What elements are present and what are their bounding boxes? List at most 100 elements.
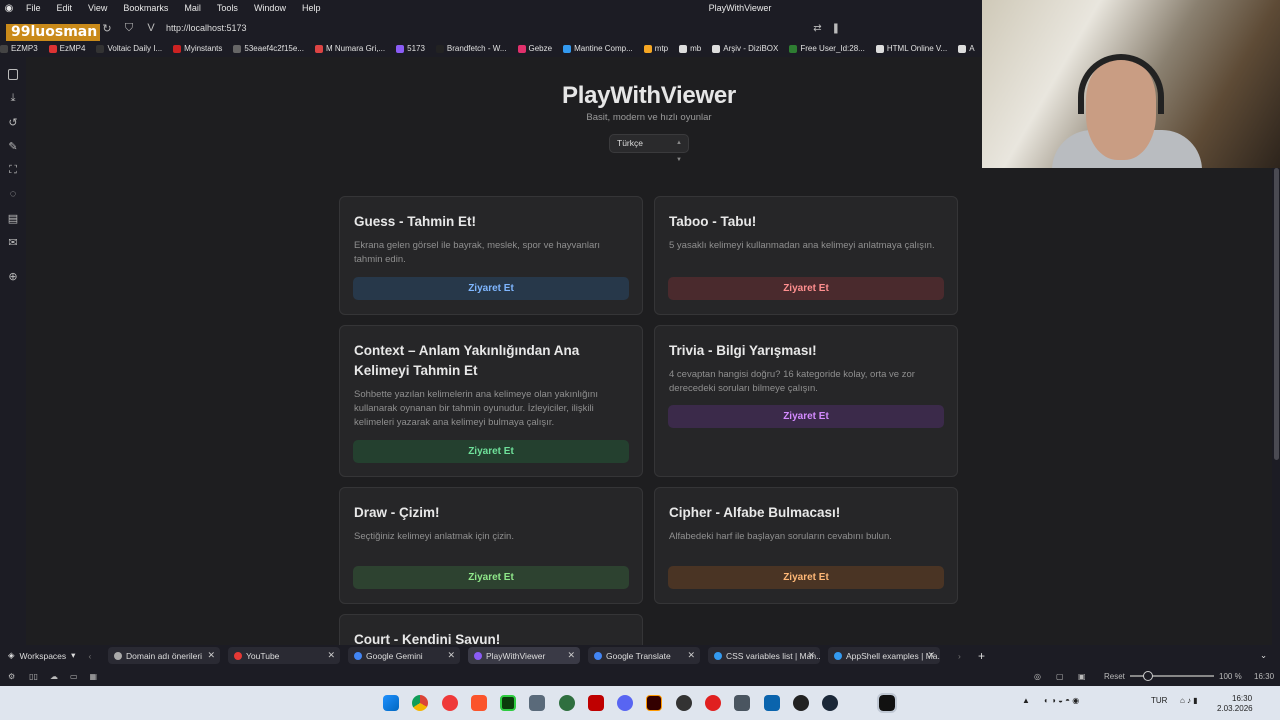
downloads-icon[interactable]: ⤓ bbox=[0, 86, 26, 110]
record-icon[interactable] bbox=[705, 695, 721, 711]
close-tab-icon[interactable]: ✕ bbox=[687, 650, 695, 661]
calendar-status-icon[interactable]: ▦ bbox=[90, 672, 98, 681]
history-icon[interactable]: ↺ bbox=[0, 110, 26, 134]
chevron-right-icon[interactable]: › bbox=[958, 651, 961, 661]
menu-tools[interactable]: Tools bbox=[209, 3, 246, 13]
close-tab-icon[interactable]: ✕ bbox=[807, 650, 815, 661]
add-panel-icon[interactable]: ⊕ bbox=[0, 264, 26, 288]
bookmark-item[interactable]: 5173 bbox=[396, 44, 425, 53]
chevron-up-icon[interactable]: ▲ bbox=[1022, 696, 1030, 705]
app-icon-1[interactable] bbox=[529, 695, 545, 711]
bookmark-item[interactable]: Myinstants bbox=[173, 44, 222, 53]
menu-view[interactable]: View bbox=[80, 3, 115, 13]
bookmark-item[interactable]: Gebze bbox=[517, 44, 552, 53]
visit-button[interactable]: Ziyaret Et bbox=[668, 277, 944, 300]
visit-button[interactable]: Ziyaret Et bbox=[353, 566, 629, 589]
browser-tab[interactable]: YouTube ✕ bbox=[228, 647, 340, 664]
os-time[interactable]: 16:30 bbox=[1232, 694, 1252, 703]
page-scrollbar[interactable] bbox=[1272, 168, 1280, 645]
url-field[interactable]: http://localhost:5173 bbox=[166, 23, 247, 33]
vivaldi-taskbar-icon[interactable] bbox=[442, 695, 458, 711]
translate-icon[interactable]: ⇄ bbox=[813, 23, 821, 34]
filezilla-icon[interactable] bbox=[588, 695, 604, 711]
mail-icon[interactable]: ✉ bbox=[0, 230, 26, 254]
notes-icon[interactable]: ✎ bbox=[0, 134, 26, 158]
folder-icon[interactable] bbox=[734, 695, 750, 711]
cloud-icon[interactable]: ☁ bbox=[50, 672, 58, 681]
vivaldi-icon[interactable]: ◉ bbox=[0, 3, 18, 14]
network-icon[interactable]: ⌂ ♪ ▮ bbox=[1180, 696, 1198, 705]
menu-edit[interactable]: Edit bbox=[49, 3, 81, 13]
new-tab-icon[interactable]: + bbox=[978, 649, 985, 663]
browser-tab[interactable]: CSS variables list | Man... ✕ bbox=[708, 647, 820, 664]
obs-icon[interactable] bbox=[793, 695, 809, 711]
bookmark-item[interactable]: A bbox=[958, 44, 975, 53]
language-select[interactable]: Türkçe ▲ ▼ bbox=[609, 134, 689, 163]
davinci-icon[interactable] bbox=[676, 695, 692, 711]
tiktok-icon[interactable] bbox=[877, 693, 897, 713]
shield-icon[interactable]: ⛉ bbox=[118, 22, 140, 35]
panel-toggle-icon[interactable]: ⚙ bbox=[8, 672, 15, 681]
menu-bookmarks[interactable]: Bookmarks bbox=[115, 3, 176, 13]
discord-icon[interactable] bbox=[617, 695, 633, 711]
menu-window[interactable]: Window bbox=[246, 3, 294, 13]
visit-button[interactable]: Ziyaret Et bbox=[353, 277, 629, 300]
bookmark-item[interactable]: Brandfetch - W... bbox=[435, 44, 507, 53]
menu-help[interactable]: Help bbox=[294, 3, 329, 13]
bookmark-item[interactable]: mtp bbox=[643, 44, 668, 53]
reading-list-icon[interactable]: ◌ bbox=[0, 182, 26, 206]
heidisql-icon[interactable] bbox=[559, 695, 575, 711]
images-icon[interactable]: ▣ bbox=[1078, 672, 1086, 681]
bookmark-item[interactable]: EzMP4 bbox=[48, 44, 85, 53]
bookmark-item[interactable]: M Numara Gri,... bbox=[315, 44, 385, 53]
brave-icon[interactable] bbox=[471, 695, 487, 711]
webcam-overlay bbox=[982, 0, 1280, 168]
chevron-left-icon[interactable]: ‹ bbox=[88, 651, 91, 661]
page-tiling-icon[interactable]: ▢ bbox=[1056, 672, 1064, 681]
windows-start-icon[interactable] bbox=[383, 695, 399, 711]
visit-button[interactable]: Ziyaret Et bbox=[668, 566, 944, 589]
workspaces-button[interactable]: ◈ Workspaces ▾ ‹ bbox=[0, 650, 112, 661]
scrollbar-thumb[interactable] bbox=[1274, 168, 1279, 460]
bookmark-panel-icon[interactable] bbox=[0, 62, 26, 86]
bookmark-item[interactable]: mb bbox=[679, 44, 701, 53]
browser-tab[interactable]: Google Gemini ✕ bbox=[348, 647, 460, 664]
visit-button[interactable]: Ziyaret Et bbox=[353, 440, 629, 463]
outlook-icon[interactable] bbox=[764, 695, 780, 711]
bookmark-item[interactable]: 53eaef4c2f15e... bbox=[233, 44, 304, 53]
zoom-reset-button[interactable]: Reset bbox=[1104, 672, 1125, 681]
zoom-slider-knob[interactable] bbox=[1143, 671, 1153, 681]
close-tab-icon[interactable]: ✕ bbox=[327, 650, 335, 661]
close-tab-icon[interactable]: ✕ bbox=[207, 650, 215, 661]
tray-icons[interactable]: ◐ ◑ ◒ ◓ ◉ bbox=[1044, 696, 1079, 705]
bookmark-item[interactable]: Free User_Id:28... bbox=[789, 44, 865, 53]
bookmark-item[interactable]: HTML Online V... bbox=[875, 44, 947, 53]
translate-panel-icon[interactable]: ⛶ bbox=[0, 158, 26, 182]
os-date[interactable]: 2.03.2026 bbox=[1217, 704, 1253, 713]
browser-tab[interactable]: Domain adı önerileri ✕ bbox=[108, 647, 220, 664]
tab-list-icon[interactable]: ⌄ bbox=[1260, 650, 1267, 661]
close-tab-icon[interactable]: ✕ bbox=[927, 650, 935, 661]
close-tab-icon[interactable]: ✕ bbox=[447, 650, 455, 661]
bookmark-item[interactable]: EZMP3 bbox=[0, 44, 38, 53]
bookmark-item[interactable]: Voltaic Daily I... bbox=[96, 44, 162, 53]
tiling-icon[interactable]: ▯▯ bbox=[29, 672, 38, 681]
bookmark-icon[interactable]: ❚ bbox=[832, 23, 840, 34]
screenshot-icon[interactable]: ◎ bbox=[1034, 672, 1041, 681]
capture-icon[interactable]: ▭ bbox=[70, 672, 78, 681]
bookmark-item[interactable]: Mantine Comp... bbox=[563, 44, 633, 53]
terminal-icon[interactable] bbox=[500, 695, 516, 711]
close-tab-icon[interactable]: ✕ bbox=[567, 650, 575, 661]
bookmark-item[interactable]: Arşiv - DiziBOX bbox=[712, 44, 778, 53]
visit-button[interactable]: Ziyaret Et bbox=[668, 405, 944, 428]
language-indicator[interactable]: TUR bbox=[1151, 696, 1167, 705]
browser-tab[interactable]: PlayWithViewer ✕ bbox=[468, 647, 580, 664]
steam-icon[interactable] bbox=[822, 695, 838, 711]
browser-tab[interactable]: Google Translate ✕ bbox=[588, 647, 700, 664]
browser-tab[interactable]: AppShell examples | Ma... ✕ bbox=[828, 647, 940, 664]
menu-mail[interactable]: Mail bbox=[176, 3, 209, 13]
menu-file[interactable]: File bbox=[18, 3, 49, 13]
chrome-icon[interactable] bbox=[412, 695, 428, 711]
calendar-icon[interactable]: ▤ bbox=[0, 206, 26, 230]
illustrator-icon[interactable] bbox=[646, 695, 662, 711]
